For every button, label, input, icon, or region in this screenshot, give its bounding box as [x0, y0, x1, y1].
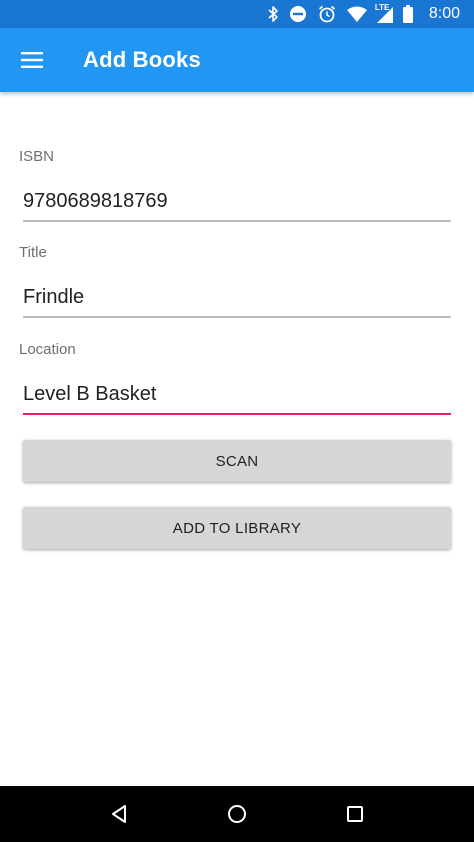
- home-icon[interactable]: [213, 790, 261, 838]
- wifi-icon: [346, 0, 367, 28]
- scan-button[interactable]: SCAN: [23, 440, 451, 482]
- page-title: Add Books: [83, 47, 201, 72]
- back-icon[interactable]: [95, 790, 143, 838]
- isbn-label: ISBN: [19, 148, 55, 165]
- isbn-field[interactable]: [23, 182, 451, 222]
- bluetooth-icon: [267, 0, 279, 28]
- location-field[interactable]: [23, 375, 451, 415]
- title-field[interactable]: [23, 278, 451, 318]
- status-clock: 8:00: [428, 5, 460, 22]
- alarm-icon: [317, 0, 337, 28]
- status-bar: LTE 8:00: [0, 0, 474, 28]
- title-label: Title: [19, 244, 47, 261]
- do-not-disturb-icon: [289, 0, 307, 28]
- recents-icon[interactable]: [331, 790, 379, 838]
- add-to-library-button[interactable]: ADD TO LIBRARY: [23, 507, 451, 549]
- app-bar: Add Books: [0, 28, 474, 92]
- lte-signal-icon: LTE: [374, 0, 393, 28]
- hamburger-menu-icon[interactable]: [0, 28, 64, 92]
- lte-label: LTE: [374, 3, 390, 12]
- battery-icon: [402, 0, 413, 28]
- location-label: Location: [19, 341, 76, 358]
- system-nav-bar: [0, 786, 474, 842]
